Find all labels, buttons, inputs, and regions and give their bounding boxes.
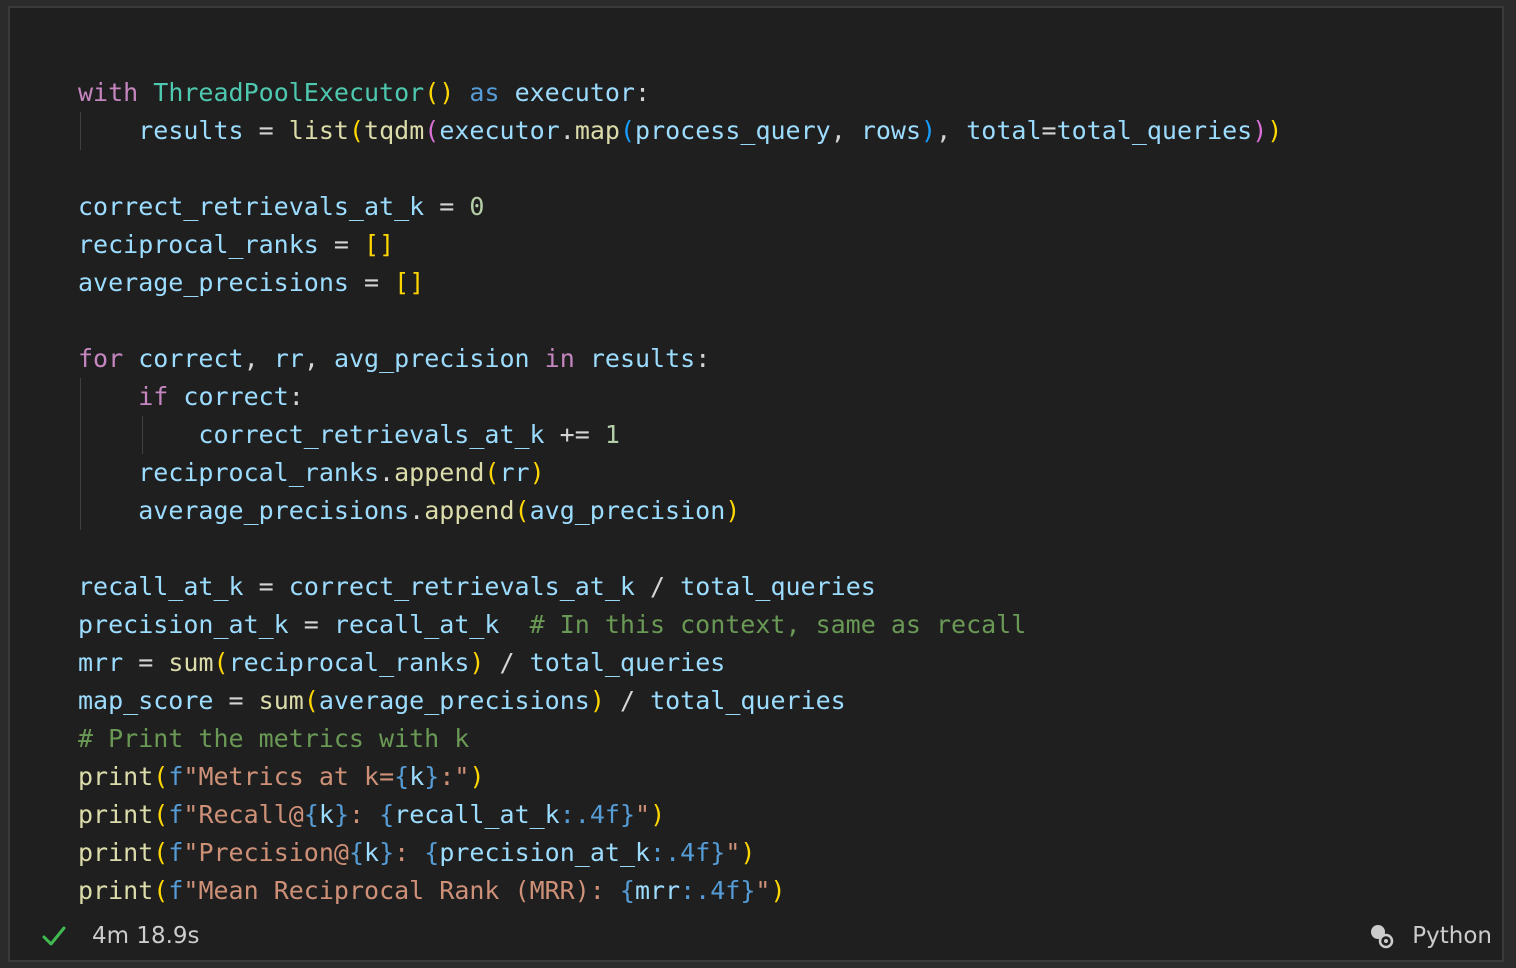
cell-status-bar: 4m 18.9s Python [10,912,1502,960]
code-line: # Print the metrics with k [78,724,470,753]
code-line: mrr = sum(reciprocal_ranks) / total_quer… [78,648,726,677]
code-line: reciprocal_ranks.append(rr) [138,458,545,487]
code-line: correct_retrievals_at_k += 1 [198,420,620,449]
code-line: average_precisions.append(avg_precision) [138,496,741,525]
kernel-language[interactable]: Python [1412,912,1492,960]
code-line: reciprocal_ranks = [] [78,230,395,259]
code-line: precision_at_k = recall_at_k # In this c… [78,610,1027,639]
code-line: for correct, rr, avg_precision in result… [78,344,711,373]
execution-time: 4m 18.9s [92,923,200,949]
code-line: results = list(tqdm(executor.map(process… [138,116,1283,145]
code-line: print(f"Recall@{k}: {recall_at_k:.4f}") [78,800,666,829]
code-line: map_score = sum(average_precisions) / to… [78,686,846,715]
checkmark-icon [42,926,66,946]
kernel-status-icon[interactable] [1368,923,1394,949]
code-line: print(f"Mean Reciprocal Rank (MRR): {mrr… [78,876,786,905]
notebook-code-cell[interactable]: with ThreadPoolExecutor() as executor: r… [8,6,1504,962]
code-line: recall_at_k = correct_retrievals_at_k / … [78,572,876,601]
code-line: if correct: [138,382,304,411]
code-line: print(f"Precision@{k}: {precision_at_k:.… [78,838,756,867]
code-line: print(f"Metrics at k={k}:") [78,762,485,791]
code-line: correct_retrievals_at_k = 0 [78,192,485,221]
code-line: with ThreadPoolExecutor() as executor: [78,78,651,107]
code-line: average_precisions = [] [78,268,425,297]
